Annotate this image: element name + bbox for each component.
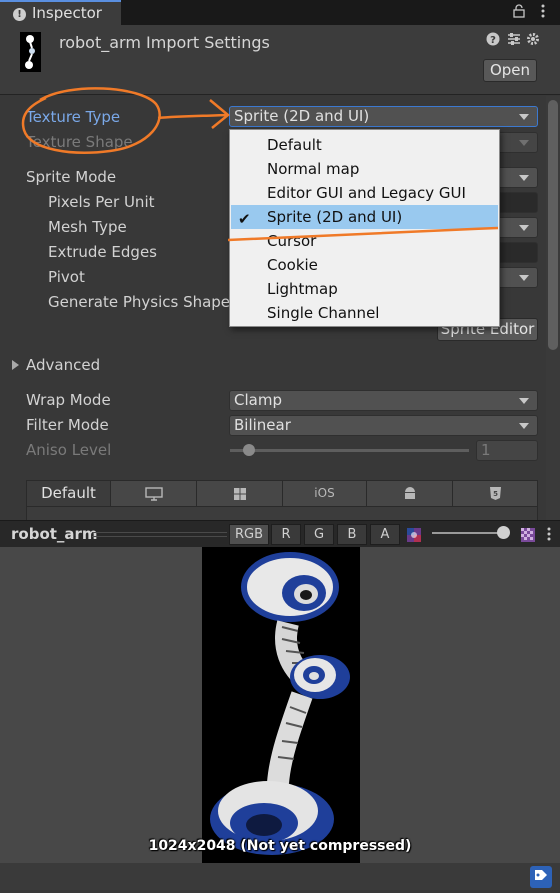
annotation-arrow <box>157 113 227 120</box>
monitor-icon <box>144 486 163 501</box>
asset-bundle-tag-icon[interactable] <box>530 866 552 888</box>
mip-level-slider[interactable] <box>432 532 504 534</box>
advanced-foldout-label[interactable]: Advanced <box>26 356 100 374</box>
preset-icon[interactable] <box>506 32 522 50</box>
pivot-label: Pivot <box>48 268 85 286</box>
mip-small-icon <box>407 528 421 546</box>
aniso-level-label: Aniso Level <box>26 441 112 459</box>
status-bar <box>0 863 560 893</box>
menu-item-editor-gui[interactable]: Editor GUI and Legacy GUI <box>231 181 498 205</box>
asset-thumbnail <box>20 32 41 72</box>
extrude-edges-label: Extrude Edges <box>48 243 157 261</box>
aniso-level-slider-handle <box>243 444 255 456</box>
wrap-mode-label: Wrap Mode <box>26 391 111 409</box>
aniso-level-field: 1 <box>476 440 538 461</box>
chevron-down-icon <box>519 423 529 429</box>
menu-item-single-channel[interactable]: Single Channel <box>231 301 498 325</box>
pixels-per-unit-label: Pixels Per Unit <box>48 193 155 211</box>
chevron-down-icon <box>519 175 529 181</box>
aniso-level-slider <box>230 449 469 452</box>
menu-item-cookie[interactable]: Cookie <box>231 253 498 277</box>
tab-default[interactable]: Default <box>27 481 111 506</box>
texture-type-value: Sprite (2D and UI) <box>234 107 370 125</box>
wrap-mode-dropdown[interactable]: Clamp <box>229 390 538 411</box>
preview-drag-handle[interactable] <box>92 532 227 537</box>
texture-type-dropdown-menu: Default Normal map Editor GUI and Legacy… <box>229 129 500 327</box>
texture-shape-label: Texture Shape <box>26 133 133 151</box>
info-icon: ! <box>13 8 26 21</box>
menu-item-default[interactable]: Default <box>231 133 498 157</box>
tab-android[interactable] <box>367 481 453 506</box>
platform-tabs: Default iOS 5 <box>26 480 538 507</box>
texture-preview-image <box>202 547 360 863</box>
svg-text:?: ? <box>490 35 496 46</box>
texture-preview-area <box>0 547 560 863</box>
window-tab-bar: ! Inspector <box>0 0 560 25</box>
page-title: robot_arm Import Settings <box>59 33 270 52</box>
chevron-down-icon <box>519 140 529 146</box>
menu-item-cursor[interactable]: Cursor <box>231 229 498 253</box>
settings-icon[interactable] <box>526 32 540 50</box>
channel-r-button[interactable]: R <box>271 524 301 545</box>
tab-inspector-label: Inspector <box>32 4 102 22</box>
menu-item-sprite[interactable]: ✔ Sprite (2D and UI) <box>231 205 498 229</box>
chevron-down-icon <box>519 114 529 120</box>
more-icon[interactable] <box>540 3 546 23</box>
menu-item-normal-map[interactable]: Normal map <box>231 157 498 181</box>
tab-windows[interactable] <box>197 481 283 506</box>
filter-mode-dropdown[interactable]: Bilinear <box>229 415 538 436</box>
preview-more-icon[interactable] <box>546 526 552 546</box>
menu-item-lightmap[interactable]: Lightmap <box>231 277 498 301</box>
mesh-type-label: Mesh Type <box>48 218 127 236</box>
android-icon <box>404 487 415 499</box>
svg-text:5: 5 <box>493 490 498 498</box>
chevron-down-icon <box>519 398 529 404</box>
platform-settings-panel <box>26 507 538 520</box>
windows-icon <box>233 487 246 500</box>
expand-arrow-icon[interactable] <box>12 360 19 370</box>
checkmark-icon: ✔ <box>238 210 251 228</box>
chevron-down-icon <box>519 275 529 281</box>
chevron-down-icon <box>519 225 529 231</box>
inspector-header: robot_arm Import Settings ? Open <box>0 25 560 95</box>
menu-item-sprite-label: Sprite (2D and UI) <box>267 208 403 226</box>
wrap-mode-value: Clamp <box>234 391 282 409</box>
texture-size-caption: 1024x2048 (Not yet compressed) <box>148 838 412 854</box>
tab-standalone[interactable] <box>111 481 197 506</box>
channel-a-button[interactable]: A <box>370 524 400 545</box>
annotation-arrowhead <box>209 99 230 129</box>
tab-webgl[interactable]: 5 <box>453 481 537 506</box>
tab-ios[interactable]: iOS <box>283 481 367 506</box>
mip-large-icon <box>521 528 535 546</box>
mip-level-slider-handle[interactable] <box>497 526 510 539</box>
channel-rgb-button[interactable]: RGB <box>229 524 269 545</box>
preview-asset-name: robot_arm <box>11 525 98 543</box>
sprite-mode-label: Sprite Mode <box>26 168 117 186</box>
texture-type-label: Texture Type <box>26 108 121 126</box>
lock-icon[interactable] <box>513 4 525 22</box>
help-icon[interactable]: ? <box>486 32 500 50</box>
filter-mode-value: Bilinear <box>234 416 291 434</box>
filter-mode-label: Filter Mode <box>26 416 109 434</box>
generate-physics-shape-label: Generate Physics Shape <box>48 293 231 311</box>
channel-g-button[interactable]: G <box>304 524 334 545</box>
html5-icon: 5 <box>489 487 501 500</box>
open-button[interactable]: Open <box>483 59 537 82</box>
texture-type-dropdown[interactable]: Sprite (2D and UI) <box>229 106 538 127</box>
tab-inspector[interactable]: ! Inspector <box>0 0 121 25</box>
channel-b-button[interactable]: B <box>337 524 367 545</box>
scrollbar-thumb[interactable] <box>548 100 558 350</box>
